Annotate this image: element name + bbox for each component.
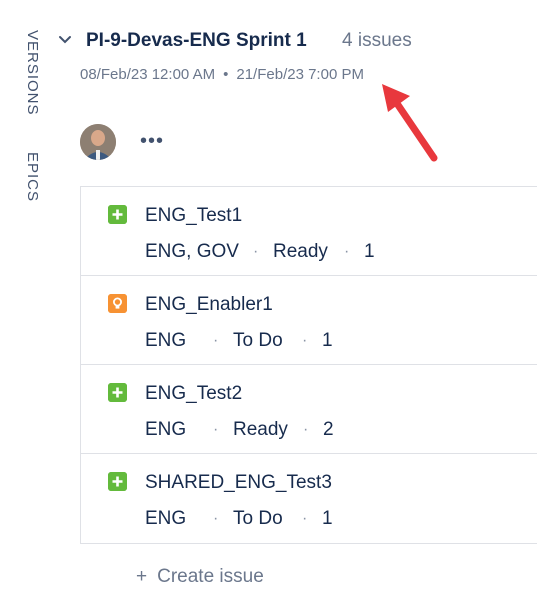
issue-points: 1	[322, 508, 333, 529]
sprint-issue-count: 4 issues	[342, 30, 412, 51]
test-type-icon	[108, 205, 127, 224]
issue-list: ENG_Test1 ENG, GOV · Ready · 1 ENG_Enabl…	[80, 186, 537, 544]
issue-title[interactable]: ENG_Test1	[145, 205, 242, 227]
issue-components: ENG, GOV	[145, 241, 239, 262]
meta-separator: ·	[302, 510, 308, 527]
meta-separator: ·	[213, 510, 219, 527]
test-type-icon	[108, 472, 127, 491]
issue-components: ENG	[145, 330, 187, 351]
date-separator: •	[223, 66, 229, 83]
meta-separator: ·	[302, 332, 308, 349]
issue-row[interactable]: ENG_Enabler1 ENG · To Do · 1	[81, 276, 537, 365]
backlog-panel: VERSIONS EPICS PI-9-Devas-ENG Sprint 1 4…	[0, 0, 537, 608]
issue-status: Ready	[233, 419, 288, 440]
create-issue-button[interactable]: + Create issue	[136, 566, 264, 588]
lightbulb-icon	[108, 294, 127, 313]
meta-separator: ·	[213, 332, 219, 349]
sprint-dates: 08/Feb/23 12:00 AM • 21/Feb/23 7:00 PM	[80, 66, 364, 83]
issue-title[interactable]: SHARED_ENG_Test3	[145, 472, 332, 494]
issue-components: ENG	[145, 419, 187, 440]
meta-separator: ·	[213, 421, 219, 438]
meta-separator: ·	[253, 243, 259, 260]
issue-row[interactable]: SHARED_ENG_Test3 ENG · To Do · 1	[81, 454, 537, 543]
meta-separator: ·	[303, 421, 309, 438]
annotation-arrow-icon	[382, 84, 438, 162]
create-issue-label: Create issue	[157, 566, 264, 587]
avatar[interactable]	[80, 124, 116, 160]
sprint-end-date: 21/Feb/23 7:00 PM	[236, 66, 364, 83]
meta-separator: ·	[344, 243, 350, 260]
issue-status: Ready	[273, 241, 328, 262]
issue-points: 1	[322, 330, 333, 351]
sprint-start-date: 08/Feb/23 12:00 AM	[80, 66, 216, 83]
issue-points: 2	[323, 419, 334, 440]
versions-tab[interactable]: VERSIONS	[24, 30, 41, 116]
issue-status: To Do	[233, 330, 283, 351]
issue-components: ENG	[145, 508, 187, 529]
plus-icon: +	[136, 566, 148, 587]
issue-row[interactable]: ENG_Test1 ENG, GOV · Ready · 1	[81, 187, 537, 276]
person-icon	[80, 124, 116, 160]
issue-row[interactable]: ENG_Test2 ENG · Ready · 2	[81, 365, 537, 454]
more-options-button[interactable]: •••	[140, 130, 164, 153]
chevron-down-icon[interactable]	[58, 33, 72, 47]
epics-tab[interactable]: EPICS	[24, 152, 41, 202]
issue-title[interactable]: ENG_Test2	[145, 383, 242, 405]
test-type-icon	[108, 383, 127, 402]
issue-points: 1	[364, 241, 375, 262]
sprint-title[interactable]: PI-9-Devas-ENG Sprint 1	[86, 30, 307, 52]
issue-status: To Do	[233, 508, 283, 529]
issue-title[interactable]: ENG_Enabler1	[145, 294, 273, 316]
